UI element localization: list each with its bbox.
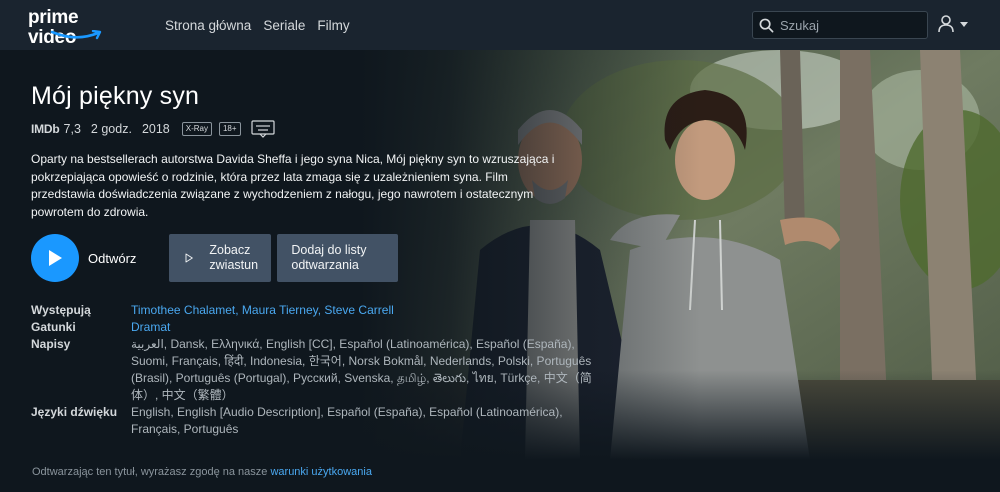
main-nav: Strona główna Seriale Filmy [165, 0, 350, 50]
play-button[interactable] [31, 234, 79, 282]
page-title: Mój piękny syn [31, 82, 200, 110]
genre-link[interactable]: Dramat [131, 320, 170, 334]
cast-label: Występują [31, 303, 91, 317]
trailer-play-icon [185, 253, 194, 263]
audio-languages-value: English, English [Audio Description], Es… [131, 405, 563, 436]
nav-item-series[interactable]: Seriale [263, 18, 305, 33]
cast-links[interactable]: Timothee Chalamet, Maura Tierney, Steve … [131, 303, 394, 317]
logo-text: prime video [28, 7, 79, 48]
subtitles-label: Napisy [31, 337, 71, 351]
chevron-down-icon[interactable] [960, 21, 968, 27]
nav-item-home[interactable]: Strona główna [165, 18, 251, 33]
watchlist-label: Dodaj do listy odtwarzania [291, 243, 367, 272]
subtitles-row: Napisy العربية, Dansk, Ελληνικά, English… [31, 336, 611, 404]
smile-arrow-icon [50, 30, 102, 40]
title-info: Występują Timothee Chalamet, Maura Tiern… [31, 302, 611, 438]
action-buttons: Odtwórz Zobacz zwiastun Dodaj do listy o… [31, 234, 611, 282]
trailer-label: Zobacz zwiastun [209, 243, 259, 272]
account-menu[interactable] [938, 15, 968, 33]
terms-notice: Odtwarzając ten tytuł, wyrażasz zgodę na… [32, 466, 372, 478]
subtitles-value: العربية, Dansk, Ελληνικά, English [CC], … [131, 337, 592, 402]
cast-value: Timothee Chalamet, Maura Tierney, Steve … [131, 302, 593, 319]
synopsis: Oparty na bestsellerach autorstwa Davida… [31, 152, 555, 219]
terms-text: Odtwarzając ten tytuł, wyrażasz zgodę na… [32, 466, 268, 478]
audio-languages-row: Języki dźwięku English, English [Audio D… [31, 404, 611, 438]
play-label[interactable]: Odtwórz [88, 251, 136, 266]
top-navigation-bar: prime video Strona główna Seriale Filmy [0, 0, 1000, 50]
add-to-watchlist-button[interactable]: Dodaj do listy odtwarzania [277, 234, 399, 282]
audio-languages-label: Języki dźwięku [31, 405, 118, 419]
search-input[interactable] [780, 17, 920, 33]
imdb-rating: 7,3 [63, 122, 81, 136]
watch-trailer-button[interactable]: Zobacz zwiastun [169, 234, 272, 282]
release-year: 2018 [141, 122, 170, 136]
search-box[interactable] [752, 11, 928, 39]
title-details: Mój piękny syn IMDb 7,3 2 godz. 2018 X-R… [31, 82, 611, 438]
genres-label: Gatunki [31, 320, 76, 334]
genres-row: Gatunki Dramat [31, 319, 611, 336]
search-icon[interactable] [759, 18, 774, 33]
subtitles-icon [250, 120, 275, 138]
cast-row: Występują Timothee Chalamet, Maura Tiern… [31, 302, 611, 319]
terms-of-use-link[interactable]: warunki użytkowania [270, 466, 372, 478]
duration: 2 godz. [90, 122, 132, 136]
genres-value: Dramat [131, 319, 593, 336]
user-icon[interactable] [938, 15, 954, 33]
imdb-logo: IMDb [31, 122, 60, 136]
prime-video-logo[interactable]: prime video [28, 8, 124, 48]
title-metadata: IMDb 7,3 2 godz. 2018 X-Ray 18+ [31, 120, 611, 138]
nav-item-movies[interactable]: Filmy [317, 18, 349, 33]
play-icon [49, 250, 62, 266]
xray-badge: X-Ray [181, 122, 212, 136]
age-rating-badge: 18+ [218, 122, 241, 136]
